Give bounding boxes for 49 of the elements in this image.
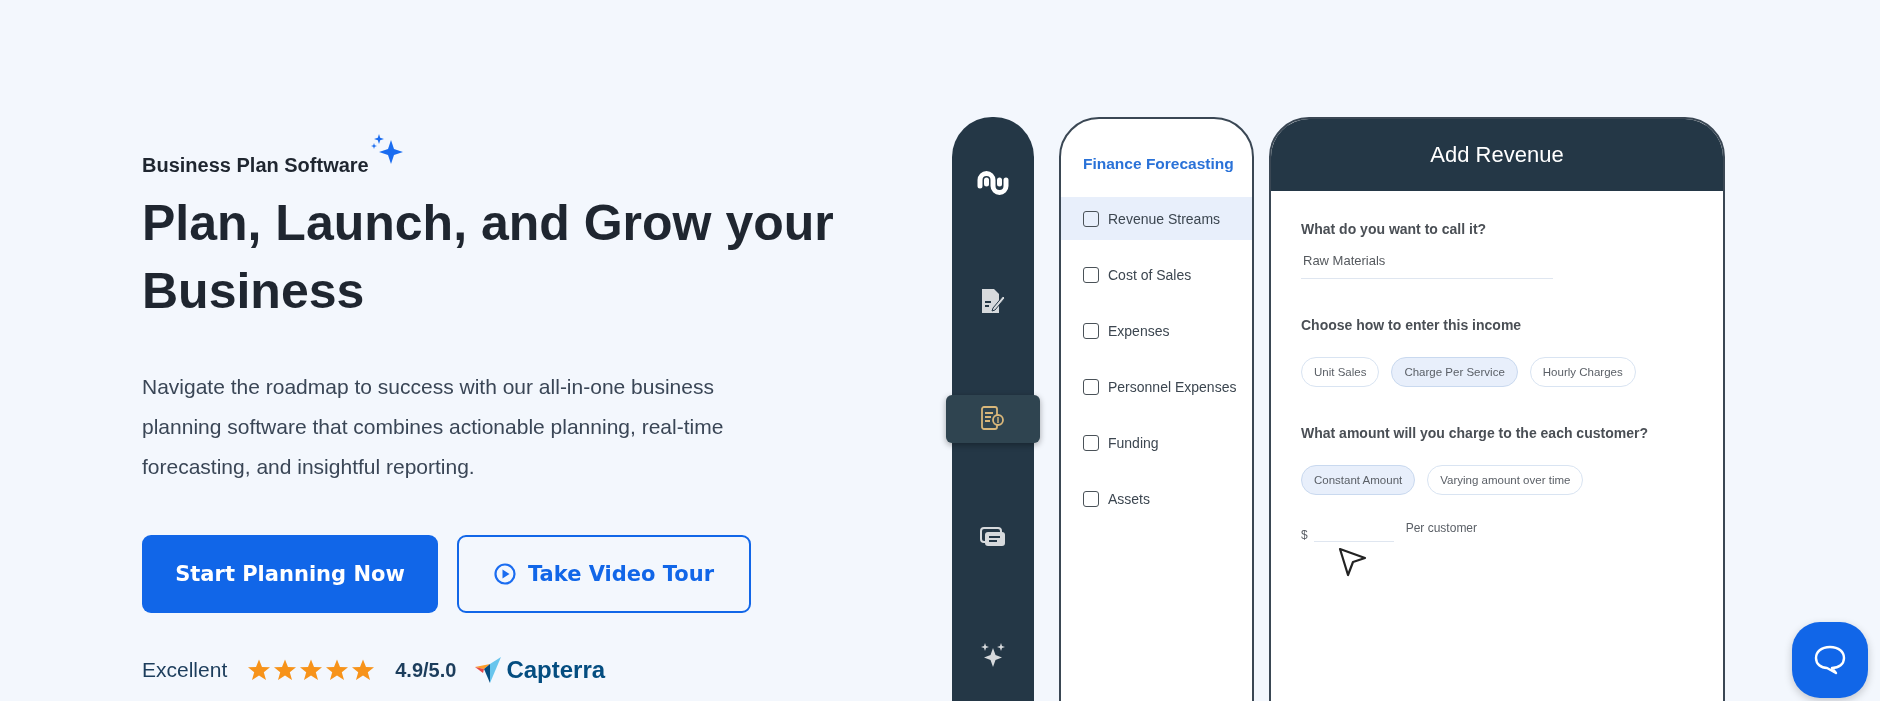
panel-title: Finance Forecasting xyxy=(1082,155,1235,173)
checklist-item[interactable]: Personnel Expenses xyxy=(1061,365,1252,408)
question-label: What amount will you charge to the each customer? xyxy=(1301,425,1649,441)
option-chip[interactable]: Hourly Charges xyxy=(1529,357,1636,387)
cursor-icon xyxy=(1337,546,1369,578)
cards-icon xyxy=(979,525,1007,549)
document-edit-icon xyxy=(979,287,1007,315)
rating-label: Excellent xyxy=(142,658,228,682)
start-planning-button[interactable]: Start Planning Now xyxy=(142,535,438,613)
checkbox[interactable] xyxy=(1083,210,1099,227)
option-chip[interactable]: Varying amount over time xyxy=(1427,465,1584,495)
name-field[interactable]: Raw Materials xyxy=(1301,237,1553,279)
chat-button[interactable] xyxy=(1792,622,1868,698)
play-icon xyxy=(493,563,516,585)
checklist-item[interactable]: Expenses xyxy=(1061,309,1252,352)
option-chip[interactable]: Constant Amount xyxy=(1301,465,1416,495)
checkbox[interactable] xyxy=(1083,378,1099,395)
option-chip[interactable]: Charge Per Service xyxy=(1391,357,1518,387)
finance-document-icon xyxy=(979,405,1007,433)
eyebrow-text: Business Plan Software xyxy=(142,154,369,177)
checklist-label: Expenses xyxy=(1108,322,1170,339)
checklist-label: Personnel Expenses xyxy=(1108,378,1237,395)
checklist-label: Cost of Sales xyxy=(1108,266,1192,283)
rating-score: 4.9/5.0 xyxy=(395,658,457,682)
currency-symbol: $ xyxy=(1301,528,1308,542)
unit-label: Per customer xyxy=(1405,521,1478,535)
logo-icon xyxy=(975,168,1011,198)
checklist-label: Revenue Streams xyxy=(1108,210,1221,227)
chat-bubble-icon xyxy=(1813,644,1847,676)
capterra-wordmark: Capterra xyxy=(506,656,606,684)
question-label: Choose how to enter this income xyxy=(1301,317,1523,333)
checklist-item[interactable]: Funding xyxy=(1061,421,1252,464)
description: Navigate the roadmap to success with our all-in-one business planning software that combines actionable planning, real-time forecasting, and insightful reporting. xyxy=(142,374,725,480)
video-tour-button[interactable]: Take Video Tour xyxy=(457,535,751,613)
checklist-label: Assets xyxy=(1108,490,1150,507)
checkbox[interactable] xyxy=(1083,322,1099,339)
sidebar-item[interactable] xyxy=(946,395,1040,443)
checklist-item[interactable]: Revenue Streams xyxy=(1061,197,1252,240)
checklist-label: Funding xyxy=(1108,434,1159,451)
option-chip[interactable]: Unit Sales xyxy=(1301,357,1380,387)
form-header: Add Revenue xyxy=(1271,119,1723,191)
checkbox[interactable] xyxy=(1083,434,1099,451)
checklist-item[interactable]: Assets xyxy=(1061,477,1252,520)
question-label: What do you want to call it? xyxy=(1301,221,1488,237)
sparkle-icon xyxy=(980,642,1006,668)
checkbox[interactable] xyxy=(1083,266,1099,283)
headline: Plan, Launch, and Grow your Business xyxy=(142,194,835,321)
checkbox[interactable] xyxy=(1083,490,1099,507)
checklist-item[interactable]: Cost of Sales xyxy=(1061,253,1252,296)
